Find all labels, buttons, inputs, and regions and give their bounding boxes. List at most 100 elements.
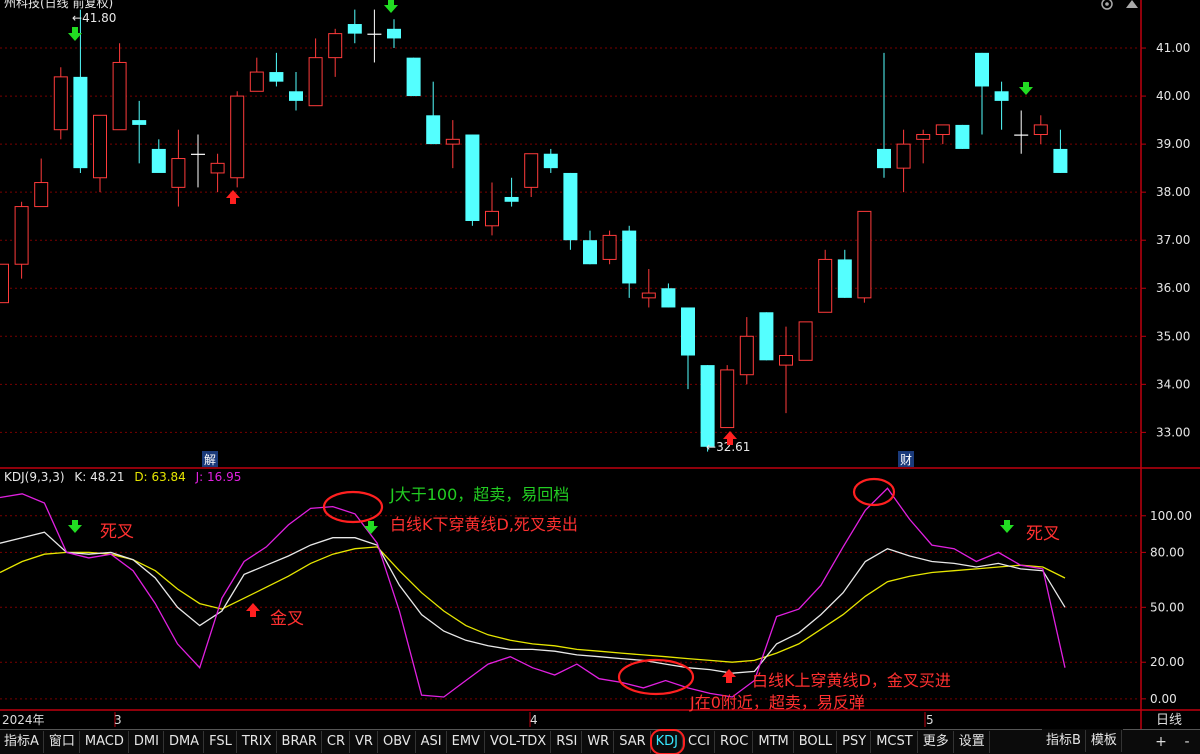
candle (485, 182, 499, 236)
candle (387, 19, 401, 49)
price-tick-label: 33.00 (1156, 425, 1190, 439)
candle (916, 129, 931, 164)
settings-icon[interactable] (1101, 0, 1113, 10)
price-tick-label: 36.00 (1156, 281, 1190, 295)
zoom-in-button[interactable]: + (1148, 734, 1174, 750)
kdj-header: KDJ(9,3,3) K: 48.21 D: 63.84 J: 16.95 (4, 470, 241, 484)
tab-boll[interactable]: BOLL (795, 731, 838, 753)
kdj-k-label: K: (74, 470, 87, 484)
tab-macd[interactable]: MACD (81, 731, 129, 753)
right-tab-group: 指标B 模板 (1042, 729, 1123, 753)
price-tick-label: 41.00 (1156, 41, 1190, 55)
annotation-dead-cross-1: 死叉 (100, 522, 134, 542)
kdj-tick-label: 50.00 (1150, 600, 1184, 614)
tab-trix[interactable]: TRIX (238, 731, 277, 753)
highlight-circle-j-bottom (617, 658, 695, 696)
tab-asi[interactable]: ASI (417, 731, 447, 753)
tab-obv[interactable]: OBV (379, 731, 416, 753)
tab-indicator-b[interactable]: 指标B (1042, 730, 1086, 752)
time-label: 5 (926, 713, 934, 727)
candle (935, 124, 950, 145)
candle (563, 172, 578, 250)
tab-cci[interactable]: CCI (684, 731, 716, 753)
tab-mcst[interactable]: MCST (872, 731, 918, 753)
tab-rsi[interactable]: RSI (552, 731, 583, 753)
sell-arrow-icon (1019, 82, 1033, 95)
tab-psy[interactable]: PSY (838, 731, 872, 753)
buy-arrow-icon (226, 190, 240, 204)
tab-brar[interactable]: BRAR (278, 731, 322, 753)
kdj-indicator-name: KDJ(9,3,3) (4, 470, 65, 484)
tab-a[interactable]: 指标A (0, 731, 44, 753)
candle (524, 153, 539, 197)
annotation-j-over-100: J大于100，超卖，易回档 (389, 485, 569, 504)
candle (798, 321, 813, 361)
candle (700, 365, 715, 452)
event-label-1: 解 (204, 453, 216, 467)
tab-wr[interactable]: WR (583, 731, 615, 753)
tab-item-24[interactable]: 更多 (919, 731, 954, 753)
tab-item-25[interactable]: 设置 (955, 731, 990, 753)
annotation-k-cross-down: 白线K下穿黄线D,死叉卖出 (390, 515, 578, 534)
tab-template[interactable]: 模板 (1087, 730, 1122, 752)
tab-cr[interactable]: CR (323, 731, 351, 753)
tab-sar[interactable]: SAR (615, 731, 651, 753)
indicator-tab-bar: 指标A 窗口 MACD DMI DMA FSL TRIX BRAR CR VR OBV ASI EMV V… (0, 729, 1200, 754)
candle (0, 263, 9, 304)
kdj-tick-label: 20.00 (1150, 655, 1184, 669)
candle (269, 52, 284, 87)
kdj-tick-label: 100.00 (1150, 509, 1192, 523)
kdj-j-value: 16.95 (207, 470, 242, 484)
chart-canvas[interactable]: 33.0034.0035.0036.0037.0038.0039.0040.00… (0, 0, 1200, 729)
sell-arrow-icon (68, 520, 82, 533)
kdj-d-value: 63.84 (151, 470, 186, 484)
candle (818, 249, 833, 313)
candle (720, 365, 735, 429)
kdj-tick-label: 80.00 (1150, 545, 1184, 559)
candle (14, 201, 29, 279)
tab-mtm[interactable]: MTM (754, 731, 794, 753)
tab-fsl[interactable]: FSL (205, 731, 237, 753)
candle (1053, 129, 1068, 173)
candle (602, 230, 617, 265)
kdj-k-value: 48.21 (90, 470, 125, 484)
event-label-2: 财 (900, 453, 912, 467)
buy-arrow-icon (246, 603, 260, 617)
price-tick-label: 39.00 (1156, 137, 1190, 151)
tab-roc[interactable]: ROC (716, 731, 754, 753)
price-tick-label: 34.00 (1156, 377, 1190, 391)
candle (112, 43, 127, 131)
candle (681, 307, 695, 390)
candle (994, 81, 1009, 130)
candle (347, 9, 362, 44)
tab-dmi[interactable]: DMI (130, 731, 164, 753)
window-title: 州科技(日线 前复权) (4, 0, 113, 10)
tab-dma[interactable]: DMA (165, 731, 205, 753)
annotation-dead-cross-2: 死叉 (1026, 524, 1060, 544)
tab-vol-tdx[interactable]: VOL-TDX (486, 731, 552, 753)
candle (1014, 110, 1029, 154)
tab-emv[interactable]: EMV (448, 731, 485, 753)
candle (289, 72, 303, 111)
time-label: 3 (114, 713, 122, 727)
time-label: 4 (530, 713, 538, 727)
sell-arrow-icon (364, 521, 378, 534)
period-label[interactable]: 日线 (1156, 713, 1182, 728)
candle (661, 283, 676, 308)
candle (367, 9, 382, 63)
candle (328, 28, 343, 77)
scroll-up-icon[interactable] (1126, 0, 1138, 8)
candle (955, 124, 970, 149)
candle (132, 100, 147, 164)
tab-vr[interactable]: VR (351, 731, 378, 753)
zoom-out-button[interactable]: - (1174, 734, 1200, 750)
candle (622, 225, 637, 298)
tab-item-1[interactable]: 窗口 (45, 731, 80, 753)
tab-kdj[interactable]: KDJ (652, 731, 684, 753)
annotation-k-cross-up: 白线K上穿黄线D，金叉买进 (752, 671, 951, 690)
sell-arrow-icon (384, 0, 398, 13)
candle (230, 91, 245, 188)
candle (426, 81, 441, 145)
sell-arrow-icon (1000, 520, 1014, 533)
candle (210, 153, 225, 193)
